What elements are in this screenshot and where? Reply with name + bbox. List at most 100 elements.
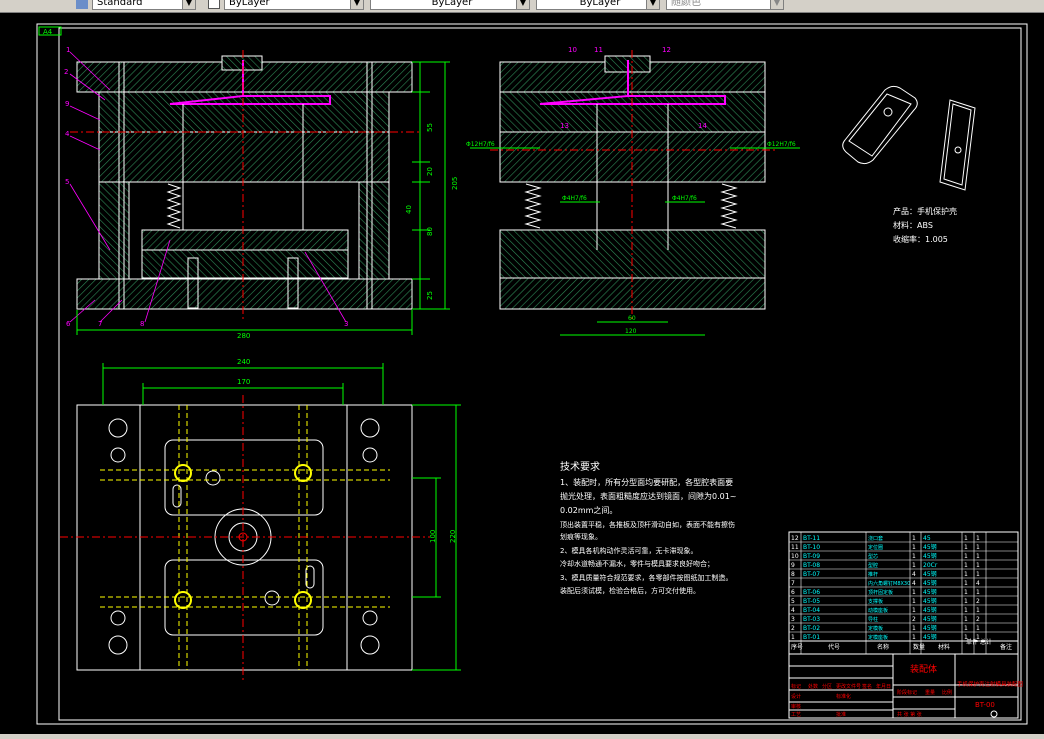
bom-cell-c2: 1 xyxy=(976,562,980,569)
bom-cell-mat: 45钢 xyxy=(923,615,937,623)
bom-cell-mat: 45钢 xyxy=(923,633,937,641)
tech-line-1: 1、装配时，所有分型面均要研配，各型腔表面要 xyxy=(560,477,733,487)
plotstyle-value: 随颜色 xyxy=(671,0,701,8)
callout-10: 10 xyxy=(568,46,577,54)
bom-cell-name: 型芯 xyxy=(868,553,878,560)
dim-170: 170 xyxy=(237,378,250,386)
layer-combo[interactable]: ByLayer ▼ xyxy=(224,0,364,10)
product-iso-view xyxy=(842,85,976,191)
callout-13: 13 xyxy=(560,122,569,130)
bom-cell-mat: 45钢 xyxy=(923,579,937,587)
bom-cell-mat: 45 xyxy=(923,535,931,542)
tech-line-6: 2、模具各机构动作灵活可靠，无卡滞现象。 xyxy=(560,546,697,555)
tech-title: 技术要求 xyxy=(560,460,600,473)
dim-55: 55 xyxy=(426,123,434,132)
bom-cell-c1: 1 xyxy=(964,580,968,587)
core-plate xyxy=(98,131,390,183)
callout-12: 12 xyxy=(662,46,671,54)
product-name: 产品：手机保护壳 xyxy=(893,206,957,216)
bom-cell-mat: 45钢 xyxy=(923,543,937,551)
drawing-title: 装配体 xyxy=(910,663,937,675)
return-spring-left xyxy=(166,183,182,229)
bom-cell-code: BT-08 xyxy=(803,562,820,569)
tech-line-5: 划痕等现象。 xyxy=(560,532,602,541)
bom-cell-c1: 1 xyxy=(964,553,968,560)
chevron-down-icon[interactable]: ▼ xyxy=(516,0,529,9)
ejector-retainer-plate xyxy=(141,229,349,251)
linetype-value: ByLayer xyxy=(431,0,473,8)
tech-line-2: 抛光处理，表面粗糙度应达到镜面，间隙为0.01~ xyxy=(560,491,737,501)
guide-bush-4 xyxy=(360,635,380,655)
bom-cell-c2: 1 xyxy=(976,625,980,632)
dim-80: 80 xyxy=(426,227,434,236)
chevron-down-icon[interactable]: ▼ xyxy=(182,0,195,9)
bom-cell-no: 2 xyxy=(791,625,795,632)
tb-zone: 分区 xyxy=(822,683,832,690)
bom-cell-c1: 1 xyxy=(964,598,968,605)
callout-2: 2 xyxy=(64,68,68,76)
tb-design: 设计 xyxy=(791,693,801,700)
bom-cell-name: 内六角螺钉M8X30 xyxy=(868,580,910,587)
bom-cell-qty: 2 xyxy=(912,616,916,623)
bom-cell-name: 定位圈 xyxy=(868,544,883,551)
ejector-hole-1 xyxy=(174,464,192,482)
product-hole-bottom xyxy=(264,590,280,606)
bom-cell-code: BT-06 xyxy=(803,589,820,596)
drawing-no: BT-00 xyxy=(975,701,995,709)
bom-cell-code: BT-01 xyxy=(803,634,820,641)
drawing-canvas[interactable]: A4 1 2 9 4 5 6 7 8 3 280 55 20 205 40 80… xyxy=(0,13,1044,734)
bom-cell-name: 定模板 xyxy=(868,625,883,632)
properties-toolbar: Standard ▼ ByLayer ▼ ByLayer ▼ ByLayer ▼… xyxy=(0,0,1044,13)
dim-205: 205 xyxy=(451,177,459,190)
bom-cell-code: BT-04 xyxy=(803,607,820,614)
lineweight-combo[interactable]: ByLayer ▼ xyxy=(536,0,660,10)
side-spring-left xyxy=(524,183,542,229)
status-strip xyxy=(0,734,1044,739)
chevron-down-icon[interactable]: ▼ xyxy=(350,0,363,9)
callout-3: 3 xyxy=(344,320,348,328)
chevron-down-icon[interactable]: ▼ xyxy=(646,0,659,9)
bom-cell-name: 导柱 xyxy=(868,616,878,623)
layer-color-icon[interactable] xyxy=(208,0,220,9)
tech-requirements: 技术要求 1、装配时，所有分型面均要研配，各型腔表面要 抛光处理，表面粗糙度应达… xyxy=(560,460,737,595)
bom-cell-no: 8 xyxy=(791,571,795,578)
text-style-combo[interactable]: Standard ▼ xyxy=(92,0,196,10)
bom-cell-mat: 45钢 xyxy=(923,606,937,614)
bom-cell-qty: 1 xyxy=(912,634,916,641)
guide-bush-3 xyxy=(108,635,128,655)
plotstyle-combo[interactable]: 随颜色 ▼ xyxy=(666,0,784,10)
bom-cell-no: 10 xyxy=(791,553,799,560)
tech-line-9: 装配后须试模，检验合格后，方可交付使用。 xyxy=(560,586,700,595)
ejector-hole-3 xyxy=(174,591,192,609)
bom-h-note: 备注 xyxy=(1000,643,1012,651)
tb-date: 年月日 xyxy=(876,683,891,690)
title-block: 标记 处数 分区 更改文件号 签名 年月日 设计 标准化 审核 工艺 批准 阶段… xyxy=(788,653,1024,719)
bom-cell-qty: 1 xyxy=(912,607,916,614)
bom-cell-name: 定模座板 xyxy=(868,634,888,641)
screw-2 xyxy=(362,447,378,463)
tb-stage: 阶段标记 xyxy=(897,689,917,696)
bom-cell-no: 9 xyxy=(791,562,795,569)
bom-cell-c1: 1 xyxy=(964,535,968,542)
product-material: 材料：ABS xyxy=(893,220,933,230)
bom-h-no: 序号 xyxy=(791,643,803,651)
bom-cell-c1: 1 xyxy=(964,571,968,578)
bom-cell-qty: 1 xyxy=(912,544,916,551)
projection-symbol xyxy=(990,710,998,718)
ejector-plate xyxy=(141,249,349,279)
bottom-clamp-plate xyxy=(76,278,413,310)
side-spring-right xyxy=(720,183,738,229)
bom-cell-code: BT-03 xyxy=(803,616,820,623)
bom-cell-mat: 45钢 xyxy=(923,597,937,605)
text-style-icon[interactable] xyxy=(76,0,88,9)
bom-h-name: 名称 xyxy=(877,643,889,651)
product-hole-top xyxy=(205,470,221,486)
pin-fit-right: Φ4H7/f6 xyxy=(672,195,697,202)
bom-cell-qty: 1 xyxy=(912,553,916,560)
tb-approve: 批准 xyxy=(836,711,846,718)
chevron-down-icon[interactable]: ▼ xyxy=(770,0,783,9)
tech-line-4: 顶出装置平稳，各推板及顶杆滑动自如，表面不能有擦伤 xyxy=(560,520,735,529)
linetype-combo[interactable]: ByLayer ▼ xyxy=(370,0,530,10)
sheet-size-label: A4 xyxy=(43,28,53,36)
callout-4: 4 xyxy=(65,130,70,138)
